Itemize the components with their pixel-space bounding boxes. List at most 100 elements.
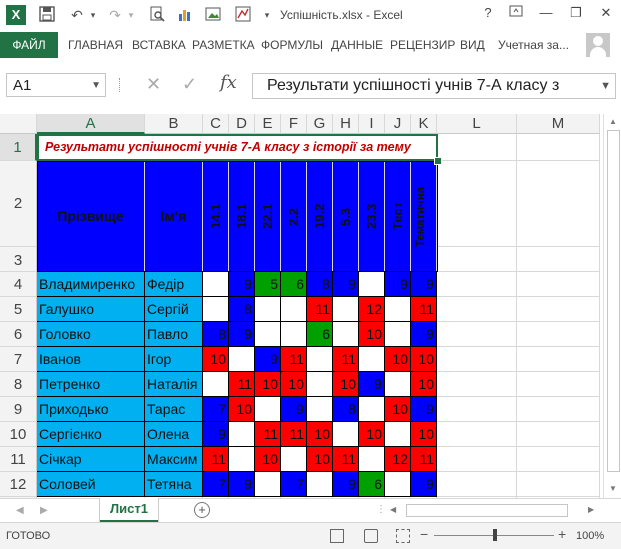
grade-cell[interactable] xyxy=(255,472,281,497)
grade-cell[interactable] xyxy=(385,297,411,322)
column-header-k[interactable]: K xyxy=(411,114,437,134)
undo-dropdown-icon[interactable]: ▾ xyxy=(84,6,102,24)
grade-cell[interactable]: 11 xyxy=(333,447,359,472)
print-preview-icon[interactable] xyxy=(148,6,166,26)
grid-cell[interactable] xyxy=(437,347,517,372)
grade-cell[interactable] xyxy=(255,397,281,422)
student-name[interactable]: Наталія xyxy=(145,372,203,397)
tab-split-handle[interactable]: ⋮ xyxy=(376,504,386,515)
grade-cell[interactable]: 9 xyxy=(229,322,255,347)
grid-cell[interactable] xyxy=(517,447,600,472)
grade-cell[interactable]: 9 xyxy=(203,422,229,447)
grade-cell[interactable] xyxy=(333,422,359,447)
column-header-b[interactable]: B xyxy=(145,114,203,134)
student-surname[interactable]: Владимиренко xyxy=(37,272,145,297)
student-name[interactable]: Сергій xyxy=(145,297,203,322)
grade-cell[interactable] xyxy=(385,322,411,347)
scroll-right-icon[interactable]: ▶ xyxy=(588,505,594,514)
grade-cell[interactable] xyxy=(203,372,229,397)
grade-cell[interactable]: 9 xyxy=(255,347,281,372)
grid-cell[interactable] xyxy=(517,397,600,422)
column-header-m[interactable]: M xyxy=(517,114,600,134)
grade-cell[interactable]: 11 xyxy=(229,372,255,397)
grade-cell[interactable]: 9 xyxy=(333,472,359,497)
grade-cell[interactable]: 10 xyxy=(255,372,281,397)
grid-cell[interactable] xyxy=(517,247,600,272)
prev-sheet-icon[interactable]: ◀ xyxy=(16,505,24,516)
grade-cell[interactable]: 11 xyxy=(411,447,437,472)
grade-cell[interactable]: 10 xyxy=(333,372,359,397)
insert-function-icon[interactable]: fx xyxy=(220,72,237,93)
zoom-out-button[interactable]: − xyxy=(420,526,428,542)
customize-toolbar-dropdown-icon[interactable]: ▾ xyxy=(258,6,276,24)
normal-view-icon[interactable] xyxy=(330,529,344,543)
header-date-8[interactable]: Тест xyxy=(385,161,411,272)
student-surname[interactable]: Січкар xyxy=(37,447,145,472)
student-surname[interactable]: Іванов xyxy=(37,347,145,372)
grade-cell[interactable] xyxy=(229,422,255,447)
page-break-view-icon[interactable] xyxy=(396,529,410,543)
grade-cell[interactable]: 9 xyxy=(281,397,307,422)
expand-formula-icon[interactable]: ▼ xyxy=(597,74,611,98)
horizontal-scrollbar[interactable]: ◀ ▶ xyxy=(386,503,600,517)
grade-cell[interactable] xyxy=(333,297,359,322)
column-header-j[interactable]: J xyxy=(385,114,411,134)
grade-cell[interactable]: 10 xyxy=(229,397,255,422)
scroll-up-icon[interactable]: ▲ xyxy=(609,117,617,126)
enter-check-icon[interactable]: ✓ xyxy=(182,74,197,95)
row-header-12[interactable]: 12 xyxy=(0,472,37,497)
student-name[interactable]: Ігор xyxy=(145,347,203,372)
student-surname[interactable]: Головко xyxy=(37,322,145,347)
column-header-h[interactable]: H xyxy=(333,114,359,134)
student-surname[interactable]: Галушко xyxy=(37,297,145,322)
grid-cell[interactable] xyxy=(437,422,517,447)
close-button[interactable]: ✕ xyxy=(596,5,616,21)
row-header-4[interactable]: 4 xyxy=(0,272,37,297)
chart-insert-icon[interactable] xyxy=(234,6,252,26)
grade-cell[interactable]: 10 xyxy=(307,447,333,472)
student-name[interactable]: Олена xyxy=(145,422,203,447)
chart-icon[interactable] xyxy=(176,6,194,26)
column-header-f[interactable]: F xyxy=(281,114,307,134)
grade-cell[interactable]: 6 xyxy=(359,472,385,497)
grid-cell[interactable] xyxy=(437,297,517,322)
student-name[interactable]: Максим xyxy=(145,447,203,472)
header-date-3[interactable]: 22.1 xyxy=(255,161,281,272)
grid-cell[interactable] xyxy=(437,134,517,161)
image-icon[interactable] xyxy=(204,6,222,26)
grade-cell[interactable]: 10 xyxy=(359,322,385,347)
save-icon[interactable] xyxy=(38,6,56,26)
ribbon-display-options-icon[interactable] xyxy=(506,5,526,20)
student-name[interactable]: Тетяна xyxy=(145,472,203,497)
grade-cell[interactable]: 8 xyxy=(203,322,229,347)
tab-insert[interactable]: ВСТАВКА xyxy=(132,32,186,58)
header-date-7[interactable]: 23.3 xyxy=(359,161,385,272)
grid-cell[interactable] xyxy=(437,161,517,247)
grade-cell[interactable]: 10 xyxy=(281,372,307,397)
grade-cell[interactable]: 11 xyxy=(281,347,307,372)
grade-cell[interactable] xyxy=(385,472,411,497)
vertical-scrollbar[interactable]: ▲ ▼ xyxy=(603,114,621,498)
header-date-4[interactable]: 2.2 xyxy=(281,161,307,272)
grade-cell[interactable] xyxy=(307,472,333,497)
splitter-handle[interactable] xyxy=(119,78,123,92)
grid-cell[interactable] xyxy=(517,472,600,497)
grade-cell[interactable] xyxy=(229,447,255,472)
student-surname[interactable]: Петренко xyxy=(37,372,145,397)
grade-cell[interactable] xyxy=(307,372,333,397)
grade-cell[interactable]: 5 xyxy=(255,272,281,297)
header-name[interactable]: Ім'я xyxy=(145,161,203,272)
grid-cell[interactable] xyxy=(437,322,517,347)
title-cell-a1[interactable]: Результати успішності учнів 7-А класу з … xyxy=(37,134,438,161)
scroll-left-icon[interactable]: ◀ xyxy=(390,505,396,514)
grade-cell[interactable]: 8 xyxy=(333,397,359,422)
grade-cell[interactable] xyxy=(307,347,333,372)
name-box[interactable]: A1 ▼ xyxy=(6,73,106,97)
worksheet-grid[interactable]: ABCDEFGHIJKLM12345678910111213ПрізвищеІм… xyxy=(0,114,603,518)
column-header-a[interactable]: A xyxy=(37,114,145,134)
grade-cell[interactable]: 11 xyxy=(333,347,359,372)
grade-cell[interactable]: 12 xyxy=(385,447,411,472)
row-header-11[interactable]: 11 xyxy=(0,447,37,472)
grade-cell[interactable]: 8 xyxy=(307,272,333,297)
cancel-icon[interactable]: ✕ xyxy=(146,74,161,95)
